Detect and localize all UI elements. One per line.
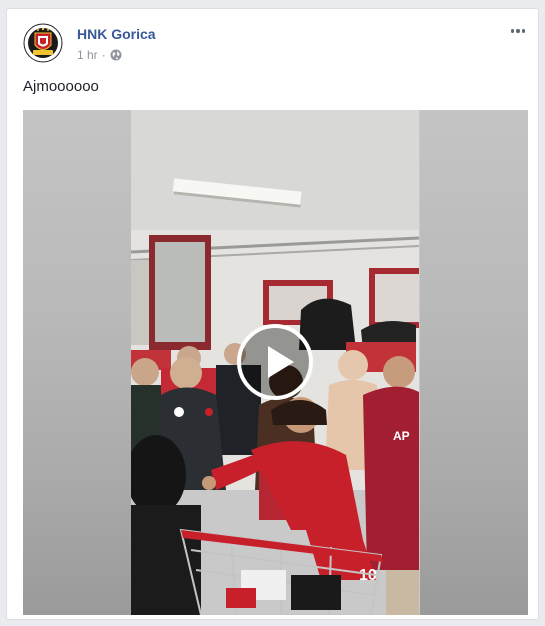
play-icon [268,346,294,378]
more-options-button[interactable] [508,23,528,39]
play-button[interactable] [237,324,313,400]
video-blur-right [420,110,528,615]
post-meta: 1 hr · [77,48,122,62]
post-card: HNK Gorica 1 hr · Ajmoooooo AP 10 [6,8,539,620]
more-options-icon [510,29,515,33]
timestamp-link[interactable]: 1 hr [77,48,98,62]
globe-icon[interactable] [110,49,122,61]
video-blur-left [23,110,131,615]
page-avatar[interactable] [23,23,63,63]
video-player[interactable]: AP 10 [23,110,528,615]
more-dot [521,29,526,33]
more-dot [516,29,520,33]
club-crest-logo [23,23,63,63]
meta-separator: · [101,48,106,62]
page-name-link[interactable]: HNK Gorica [77,26,156,42]
svg-text:AP: AP [393,429,410,443]
post-text: Ajmoooooo [23,78,99,95]
